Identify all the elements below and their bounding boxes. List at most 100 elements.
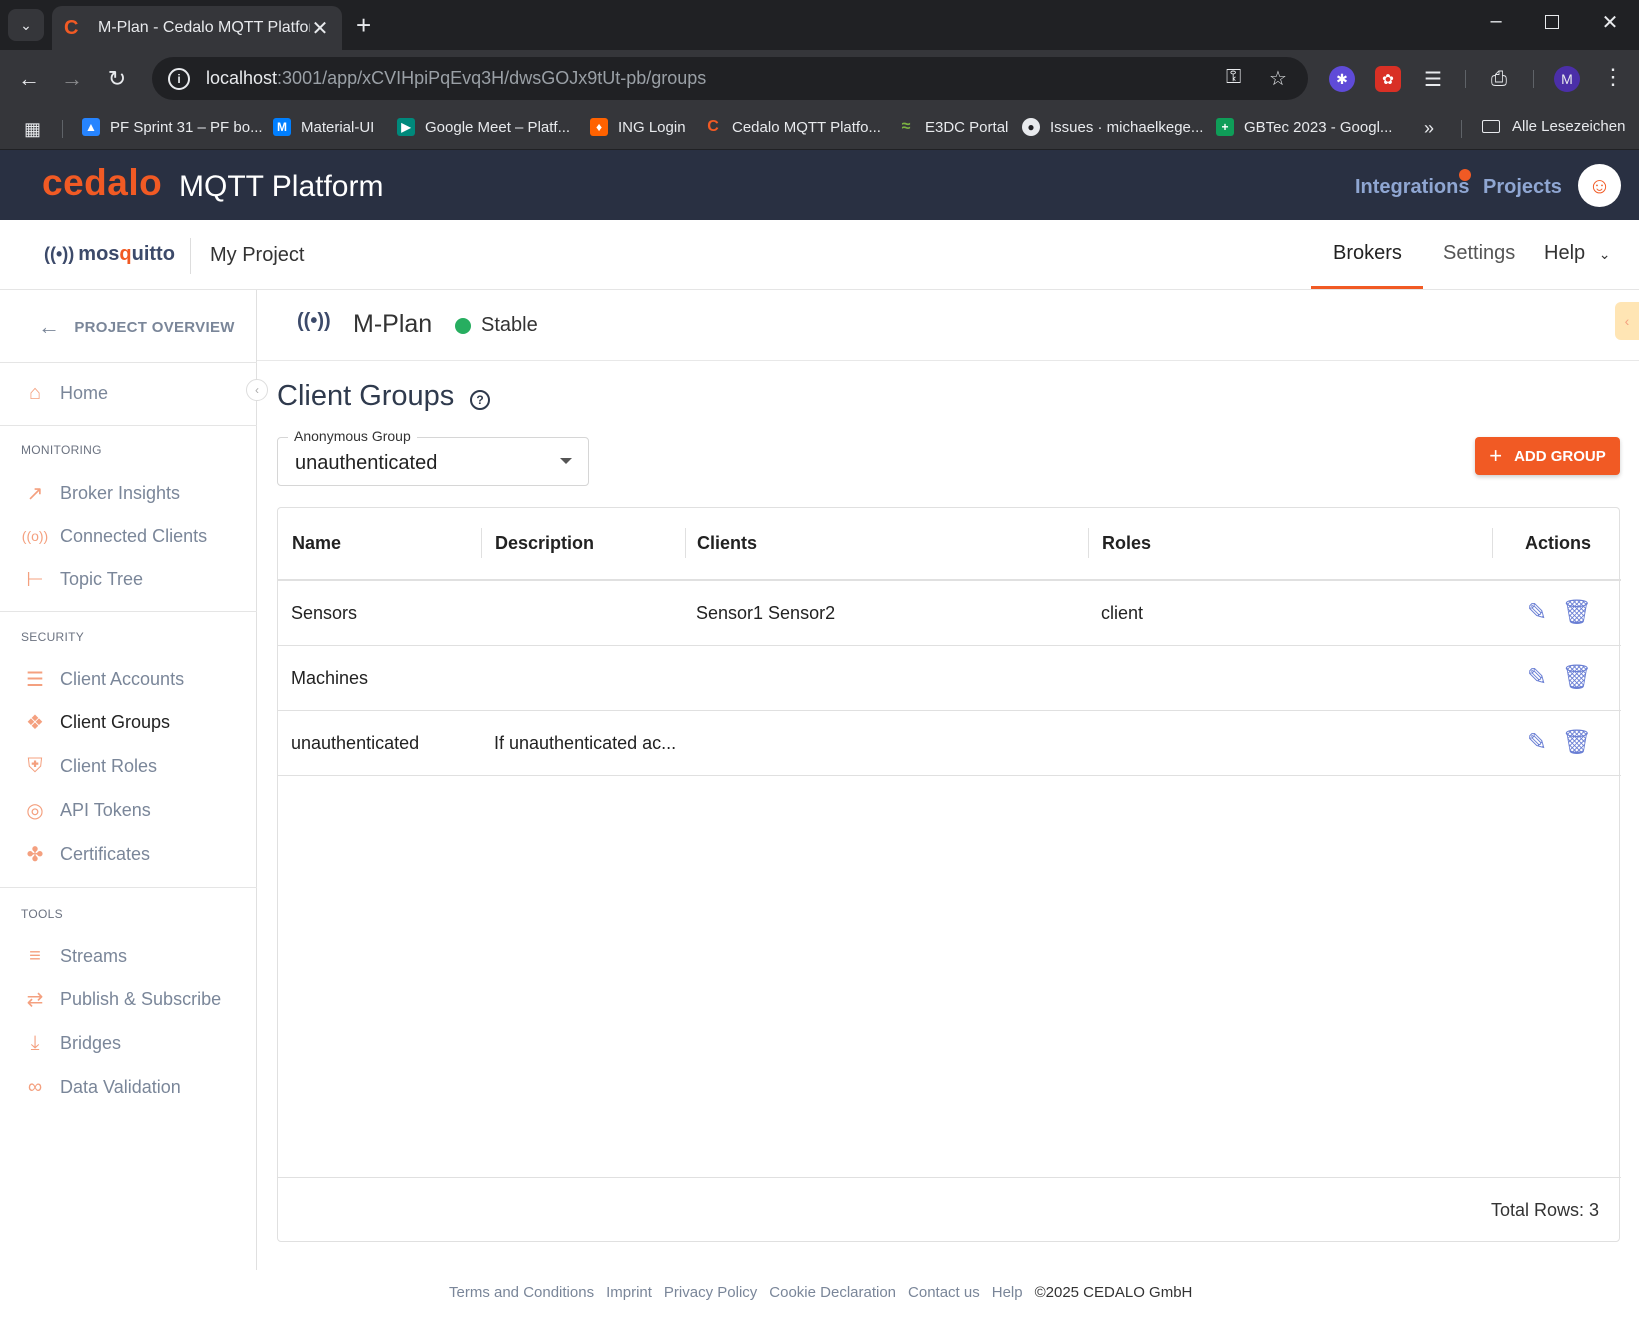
sidebar-item-client-accounts[interactable]: ☰ Client Accounts bbox=[22, 666, 184, 692]
footer-link-imprint[interactable]: Imprint bbox=[606, 1284, 652, 1301]
cell-description: If unauthenticated ac... bbox=[494, 733, 677, 753]
projects-link[interactable]: Projects bbox=[1483, 176, 1562, 199]
tab-search-button[interactable]: ⌄ bbox=[8, 9, 44, 41]
profile-avatar[interactable]: M bbox=[1554, 66, 1580, 92]
url-text[interactable]: localhost:3001/app/xCVIHpiPqEvq3H/dwsGOJ… bbox=[206, 68, 706, 89]
sidebar-item-certificates[interactable]: ✤ Certificates bbox=[22, 841, 150, 867]
bookmark-star-icon[interactable]: ☆ bbox=[1269, 66, 1287, 91]
edit-pencil-icon[interactable]: ✎ bbox=[1522, 597, 1552, 627]
collapse-sidebar-icon[interactable]: ‹ bbox=[246, 379, 268, 401]
list-icon: ☰ bbox=[26, 668, 44, 691]
tab-settings[interactable]: Settings bbox=[1443, 242, 1515, 265]
bookmark-divider bbox=[62, 120, 63, 138]
address-bar[interactable]: i localhost:3001/app/xCVIHpiPqEvq3H/dwsG… bbox=[152, 57, 1308, 100]
mosquitto-logo[interactable]: ((•)) mos q uitto bbox=[44, 243, 175, 266]
footer-link-contact[interactable]: Contact us bbox=[908, 1284, 980, 1301]
site-info-icon[interactable]: i bbox=[168, 67, 190, 90]
extension-icon[interactable]: ✱ bbox=[1329, 66, 1355, 92]
bookmark-item[interactable]: + GBTec 2023 - Googl... bbox=[1216, 118, 1392, 136]
sidebar-item-broker-insights[interactable]: ↗ Broker Insights bbox=[22, 480, 180, 506]
bookmark-divider bbox=[1461, 120, 1462, 138]
bookmark-item[interactable]: ● Issues · michaelkege... bbox=[1022, 118, 1203, 136]
bookmark-favicon-icon: M bbox=[273, 118, 291, 136]
new-tab-button[interactable]: + bbox=[356, 12, 371, 38]
footer-link-help[interactable]: Help bbox=[992, 1284, 1023, 1301]
bookmark-item[interactable]: ▶ Google Meet – Platf... bbox=[397, 118, 570, 136]
print-icon[interactable]: ⎙ bbox=[1486, 66, 1512, 92]
password-key-icon[interactable]: ⚿ bbox=[1226, 66, 1241, 89]
sidebar-item-data-validation[interactable]: ∞ Data Validation bbox=[22, 1074, 181, 1100]
integrations-link[interactable]: Integrations bbox=[1355, 176, 1469, 199]
broker-bar: ((•)) M-Plan Stable bbox=[257, 290, 1639, 361]
sidebar-item-bridges[interactable]: ⤓ Bridges bbox=[22, 1030, 121, 1056]
extension-icon[interactable]: ✿ bbox=[1375, 66, 1401, 92]
browser-tab[interactable]: C M-Plan - Cedalo MQTT Platform ✕ bbox=[52, 6, 342, 50]
edit-pencil-icon[interactable]: ✎ bbox=[1522, 662, 1552, 692]
sidebar-item-streams[interactable]: ≡ Streams bbox=[22, 943, 127, 969]
sidebar-item-client-groups[interactable]: ❖ Client Groups bbox=[22, 709, 170, 735]
delete-trash-icon[interactable]: 🗑 bbox=[1562, 727, 1592, 757]
column-header-description[interactable]: Description bbox=[495, 508, 594, 579]
cedalo-logo[interactable]: cedalo bbox=[42, 162, 162, 204]
window-close-button[interactable]: ✕ bbox=[1590, 10, 1630, 35]
maximize-button[interactable] bbox=[1532, 10, 1572, 35]
bookmark-item[interactable]: ♦ ING Login bbox=[590, 118, 686, 136]
bookmark-favicon-icon: ♦ bbox=[590, 118, 608, 136]
chevron-left-icon[interactable]: ‹ bbox=[1615, 302, 1639, 340]
sidebar-item-topic-tree[interactable]: ⊢ Topic Tree bbox=[22, 566, 143, 592]
delete-trash-icon[interactable]: 🗑 bbox=[1562, 662, 1592, 692]
tab-help[interactable]: Help ⌄ bbox=[1544, 242, 1610, 265]
bookmark-item[interactable]: ≈ E3DC Portal bbox=[897, 118, 1009, 136]
sidebar-item-publish-subscribe[interactable]: ⇄ Publish & Subscribe bbox=[22, 986, 221, 1012]
table-footer-divider bbox=[278, 1177, 1621, 1178]
extensions-puzzle-icon[interactable]: ☰ bbox=[1420, 66, 1446, 92]
sidebar-item-home[interactable]: ⌂ Home bbox=[22, 380, 108, 406]
screen: ⌄ C M-Plan - Cedalo MQTT Platform ✕ + – … bbox=[0, 0, 1639, 1324]
back-button[interactable]: ← bbox=[12, 62, 46, 96]
project-overview-link[interactable]: ← PROJECT OVERVIEW bbox=[38, 314, 235, 340]
footer-link-privacy[interactable]: Privacy Policy bbox=[664, 1284, 757, 1301]
sidebar: ← PROJECT OVERVIEW ⌂ Home MONITORING ↗ Brok… bbox=[0, 290, 257, 1270]
delete-trash-icon[interactable]: 🗑 bbox=[1562, 597, 1592, 627]
shield-icon: ⛨ bbox=[27, 754, 43, 777]
tab-brokers[interactable]: Brokers bbox=[1333, 242, 1402, 265]
column-header-clients[interactable]: Clients bbox=[697, 508, 757, 579]
section-tools: TOOLS bbox=[21, 907, 63, 921]
dropdown-arrow-icon bbox=[560, 458, 572, 464]
column-header-actions: Actions bbox=[1525, 533, 1592, 553]
sidebar-item-client-roles[interactable]: ⛨ Client Roles bbox=[22, 753, 158, 779]
tab-help-label: Help bbox=[1544, 242, 1586, 264]
column-header-name[interactable]: Name bbox=[292, 508, 341, 579]
edit-pencil-icon[interactable]: ✎ bbox=[1522, 727, 1552, 757]
table-row[interactable]: Sensors Sensor1 Sensor2 client ✎ 🗑 bbox=[278, 581, 1621, 646]
minimize-button[interactable]: – bbox=[1476, 10, 1516, 33]
product-name: MQTT Platform bbox=[179, 170, 384, 203]
badge-check-icon: ✤ bbox=[26, 843, 44, 866]
bookmark-item[interactable]: C Cedalo MQTT Platfo... bbox=[704, 118, 881, 136]
table-row[interactable]: unauthenticated If unauthenticated ac...… bbox=[278, 711, 1621, 776]
divider bbox=[0, 887, 257, 888]
more-bookmarks-icon[interactable]: » bbox=[1424, 118, 1434, 139]
close-tab-icon[interactable]: ✕ bbox=[310, 16, 330, 41]
tab-title: M-Plan - Cedalo MQTT Platform bbox=[98, 19, 310, 36]
bookmark-item[interactable]: M Material-UI bbox=[273, 118, 374, 136]
all-bookmarks-folder[interactable]: Alle Lesezeichen bbox=[1482, 118, 1625, 135]
column-header-roles[interactable]: Roles bbox=[1102, 508, 1151, 579]
anonymous-group-select[interactable]: Anonymous Group unauthenticated bbox=[277, 428, 589, 486]
add-group-button[interactable]: + ADD GROUP bbox=[1475, 437, 1620, 475]
footer-link-cookies[interactable]: Cookie Declaration bbox=[769, 1284, 896, 1301]
user-avatar-icon[interactable]: ☺ bbox=[1578, 164, 1621, 207]
table-row[interactable]: Machines ✎ 🗑 bbox=[278, 646, 1621, 711]
apps-grid-icon[interactable]: ▦ bbox=[24, 119, 41, 140]
bookmark-item[interactable]: ▲ PF Sprint 31 – PF bo... bbox=[82, 118, 263, 136]
footer-link-terms[interactable]: Terms and Conditions bbox=[449, 1284, 594, 1301]
browser-menu-icon[interactable]: ⋮ bbox=[1602, 64, 1624, 90]
folder-icon bbox=[1482, 120, 1500, 133]
sidebar-item-connected-clients[interactable]: ((o)) Connected Clients bbox=[22, 523, 207, 549]
help-circle-icon[interactable]: ? bbox=[470, 390, 490, 410]
divider bbox=[0, 611, 257, 612]
forward-button[interactable]: → bbox=[55, 62, 89, 96]
sidebar-item-api-tokens[interactable]: ◎ API Tokens bbox=[22, 797, 150, 823]
column-divider bbox=[1088, 528, 1089, 558]
reload-button[interactable]: ↻ bbox=[100, 62, 134, 96]
